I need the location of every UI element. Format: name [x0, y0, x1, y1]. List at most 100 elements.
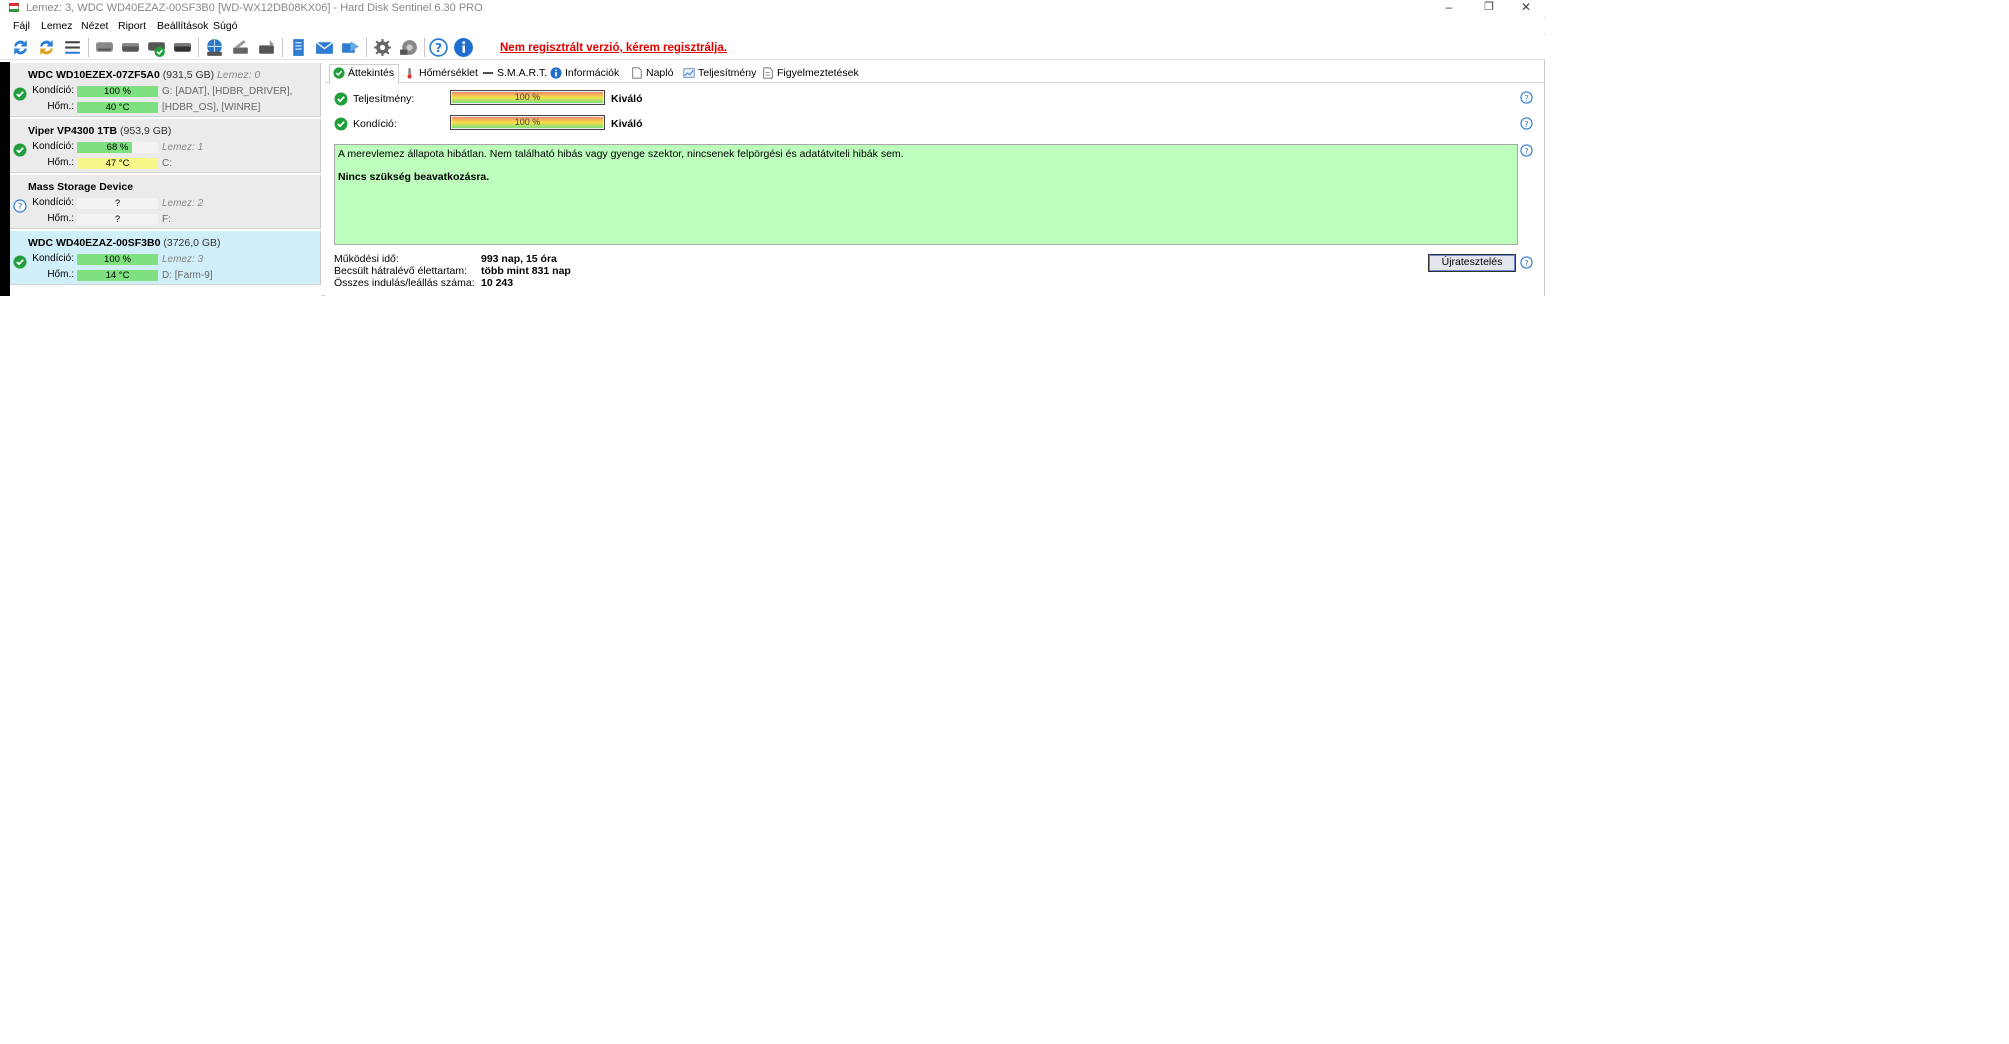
temperature-bar: 47 °C [77, 158, 158, 169]
help-icon[interactable]: ? [1520, 91, 1533, 104]
performance-icon [683, 68, 695, 78]
condition-row-label: Kondíció: [28, 85, 74, 97]
disk-item[interactable]: Viper VP4300 1TB (953,9 GB) Kondíció: 68 … [10, 119, 321, 173]
tab-information[interactable]: Információk [547, 65, 619, 82]
help-icon[interactable]: ? [428, 37, 449, 58]
disk-volumes: C: [162, 158, 172, 169]
disk-ok-icon [13, 87, 27, 101]
tab-smart[interactable]: S.M.A.R.T. [479, 65, 547, 82]
refresh-all-icon[interactable] [36, 37, 57, 58]
disk-item[interactable]: Mass Storage Device ? Kondíció:? Lemez: 2 H… [10, 175, 321, 229]
condition-label: Kondíció: [32, 197, 74, 208]
temperature-label: Hőm.: [47, 213, 74, 224]
disk-size: (931,5 GB) [162, 69, 215, 81]
menu-view[interactable]: Nézet [81, 20, 108, 32]
tab-log[interactable]: Napló [628, 65, 673, 82]
thermometer-icon [407, 67, 412, 79]
tab-performance[interactable]: Teljesítmény [680, 65, 756, 82]
tools-icon[interactable] [230, 37, 251, 58]
status-recommendation: Nincs szükség beavatkozásra. [338, 171, 490, 183]
disk-gray-icon[interactable] [94, 37, 115, 58]
disk-name: Viper VP4300 1TB (953,9 GB) [28, 125, 171, 137]
lifetime-value: több mint 831 nap [481, 265, 571, 277]
retest-button[interactable]: Újratesztelés [1428, 254, 1516, 272]
disk-dark-icon[interactable] [172, 37, 193, 58]
condition-status-icon [334, 117, 348, 131]
disk-green-icon[interactable] [146, 37, 167, 58]
help-icon[interactable]: ? [1520, 144, 1533, 157]
overview-panel: Áttekintés Hőmérséklet S.M.A.R.T. Inform… [325, 62, 1544, 296]
menu-report[interactable]: Riport [118, 20, 146, 32]
tab-label: Áttekintés [348, 67, 395, 79]
toolbar-separator [366, 38, 367, 57]
drive-icon[interactable] [256, 37, 277, 58]
app-logo-icon [9, 3, 19, 14]
disk-ok-icon [13, 255, 27, 269]
disk-volumes: D: [Farm-9] [162, 270, 213, 281]
svg-text:?: ? [435, 40, 442, 55]
help-icon[interactable]: ? [1520, 117, 1533, 130]
menu-bar: Fájl Lemez Nézet Riport Beállítások Súgó [0, 18, 1545, 34]
lifetime-label: Becsült hátralévő élettartam: [334, 265, 468, 277]
globe-disk-icon[interactable] [204, 37, 225, 58]
gear-icon[interactable] [372, 37, 393, 58]
tab-temperature[interactable]: Hőmérséklet [401, 65, 478, 82]
tab-bar: Áttekintés Hőmérséklet S.M.A.R.T. Inform… [325, 64, 1544, 84]
tab-label: Figyelmeztetések [777, 67, 859, 79]
disk-size: (3726,0 GB) [163, 237, 221, 249]
tab-label: Napló [646, 67, 674, 79]
disk-check-icon[interactable] [120, 37, 141, 58]
menu-file[interactable]: Fájl [13, 20, 30, 32]
performance-bar: 100 % [450, 90, 605, 105]
disk-volumes: [HDBR_OS], [WINRE] [162, 102, 261, 113]
info-icon [550, 67, 562, 79]
temperature-bar: 14 °C [77, 270, 158, 281]
toolbar-separator [282, 38, 283, 57]
close-button[interactable]: ✕ [1503, 0, 1549, 17]
condition-value: ? [114, 198, 121, 209]
disk-name: WDC WD40EZAZ-00SF3B0 (3726,0 GB) [28, 237, 221, 249]
menu-settings[interactable]: Beállítások [157, 20, 208, 32]
alerts-icon [763, 67, 773, 79]
menu-disk[interactable]: Lemez [41, 20, 73, 32]
uptime-label: Működési idő: [334, 253, 399, 265]
tab-alerts[interactable]: Figyelmeztetések [759, 65, 859, 82]
disk-list: WDC WD10EZEX-07ZF5A0 (931,5 GB) Lemez: 0… [0, 62, 322, 296]
temperature-value: 47 °C [105, 158, 130, 169]
performance-label: Teljesítmény: [353, 93, 415, 105]
tab-label: S.M.A.R.T. [497, 67, 548, 79]
disk-name: Mass Storage Device [28, 181, 133, 193]
disk-item[interactable]: WDC WD10EZEX-07ZF5A0 (931,5 GB) Lemez: 0… [10, 63, 321, 117]
performance-status-icon [334, 92, 348, 106]
performance-rating: Kiváló [611, 93, 643, 105]
temperature-label: Hőm.: [47, 157, 74, 168]
condition-bar: 100 % [77, 254, 158, 265]
notepad-icon[interactable] [288, 37, 309, 58]
log-icon [632, 67, 642, 79]
disk-model: Viper VP4300 1TB [28, 125, 118, 137]
send-icon[interactable] [340, 37, 361, 58]
help-icon[interactable]: ? [1520, 256, 1533, 269]
disk-unknown-icon: ? [13, 199, 27, 213]
menu-help[interactable]: Súgó [213, 20, 238, 32]
refresh-icon[interactable] [10, 37, 31, 58]
disk-item[interactable]: WDC WD40EZAZ-00SF3B0 (3726,0 GB) Kondíci… [10, 231, 321, 285]
info-icon[interactable] [453, 37, 474, 58]
smart-icon [482, 72, 494, 74]
tab-label: Hőmérséklet [419, 67, 478, 79]
toolbar-separator [198, 38, 199, 57]
tab-label: Teljesítmény [698, 67, 757, 79]
status-message: A merevlemez állapota hibátlan. Nem talá… [338, 148, 904, 160]
condition-bar: 100 % [77, 86, 158, 97]
performance-value: 100 % [514, 92, 541, 102]
tab-label: Információk [565, 67, 620, 79]
settings-icon[interactable] [398, 37, 419, 58]
condition-value: 100 % [514, 117, 541, 127]
mail-icon[interactable] [314, 37, 335, 58]
unregistered-link[interactable]: Nem regisztrált verzió, kérem regisztrál… [500, 42, 727, 54]
list-icon[interactable] [62, 37, 83, 58]
tab-overview[interactable]: Áttekintés [329, 64, 399, 84]
svg-text:?: ? [1524, 119, 1528, 129]
disk-model: WDC WD10EZEX-07ZF5A0 [28, 69, 160, 81]
disk-name: WDC WD10EZEX-07ZF5A0 (931,5 GB) Lemez: 0 [28, 69, 260, 81]
